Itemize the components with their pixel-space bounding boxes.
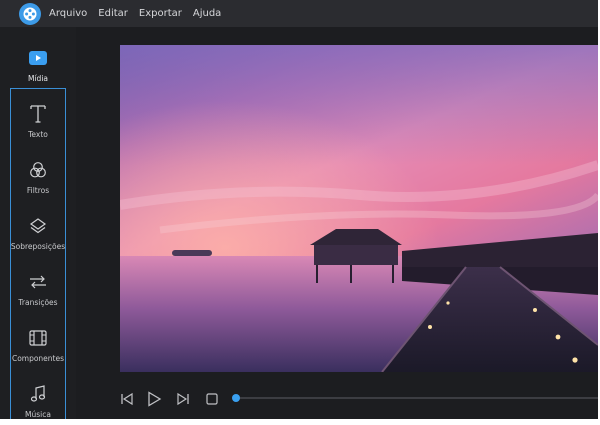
sidebar-item-label: Componentes: [11, 354, 65, 363]
music-icon: [27, 383, 49, 405]
menu-ajuda[interactable]: Ajuda: [193, 8, 221, 19]
media-play-icon: [27, 47, 49, 69]
skip-forward-icon: [177, 392, 189, 406]
sidebar-item-musica[interactable]: Música: [10, 379, 66, 419]
sidebar-item-label: Texto: [28, 130, 48, 139]
next-frame-button[interactable]: [175, 391, 191, 407]
sidebar: Mídia Texto Filtros Sobreposições Transi…: [0, 27, 76, 419]
app-window: Arquivo Editar Exportar Ajuda Mídia Text…: [0, 0, 598, 419]
sidebar-item-filtros[interactable]: Filtros: [10, 155, 66, 211]
components-icon: [27, 327, 49, 349]
sidebar-item-midia[interactable]: Mídia: [10, 43, 66, 99]
sidebar-item-sobreposicoes[interactable]: Sobreposições: [10, 211, 66, 267]
app-logo-icon: [19, 2, 41, 25]
sidebar-item-componentes[interactable]: Componentes: [10, 323, 66, 379]
overlays-icon: [27, 215, 49, 237]
text-icon: [27, 103, 49, 125]
sidebar-item-label: Filtros: [26, 186, 50, 195]
play-icon: [148, 391, 162, 407]
menu-exportar[interactable]: Exportar: [139, 8, 182, 19]
stop-icon: [206, 393, 218, 405]
transitions-icon: [27, 271, 49, 293]
sidebar-item-label: Música: [25, 410, 51, 419]
filters-icon: [27, 159, 49, 181]
sidebar-item-transicoes[interactable]: Transições: [10, 267, 66, 323]
previous-frame-button[interactable]: [119, 391, 135, 407]
sidebar-item-label: Transições: [18, 298, 58, 307]
skip-back-icon: [121, 392, 133, 406]
menu-bar: Arquivo Editar Exportar Ajuda: [0, 0, 598, 27]
timeline-track[interactable]: [236, 397, 598, 399]
preview-panel: [76, 27, 598, 419]
menu-arquivo[interactable]: Arquivo: [49, 8, 87, 19]
stop-button[interactable]: [204, 391, 220, 407]
sidebar-item-label: Sobreposições: [10, 242, 66, 251]
playback-controls: [76, 387, 598, 411]
play-button[interactable]: [146, 391, 162, 407]
video-preview[interactable]: [120, 45, 598, 372]
sidebar-item-label: Mídia: [28, 74, 48, 83]
menu-editar[interactable]: Editar: [98, 8, 128, 19]
timeline-scrubber[interactable]: [232, 394, 240, 402]
sidebar-item-texto[interactable]: Texto: [10, 99, 66, 155]
sunset-pier-image: [120, 45, 598, 372]
